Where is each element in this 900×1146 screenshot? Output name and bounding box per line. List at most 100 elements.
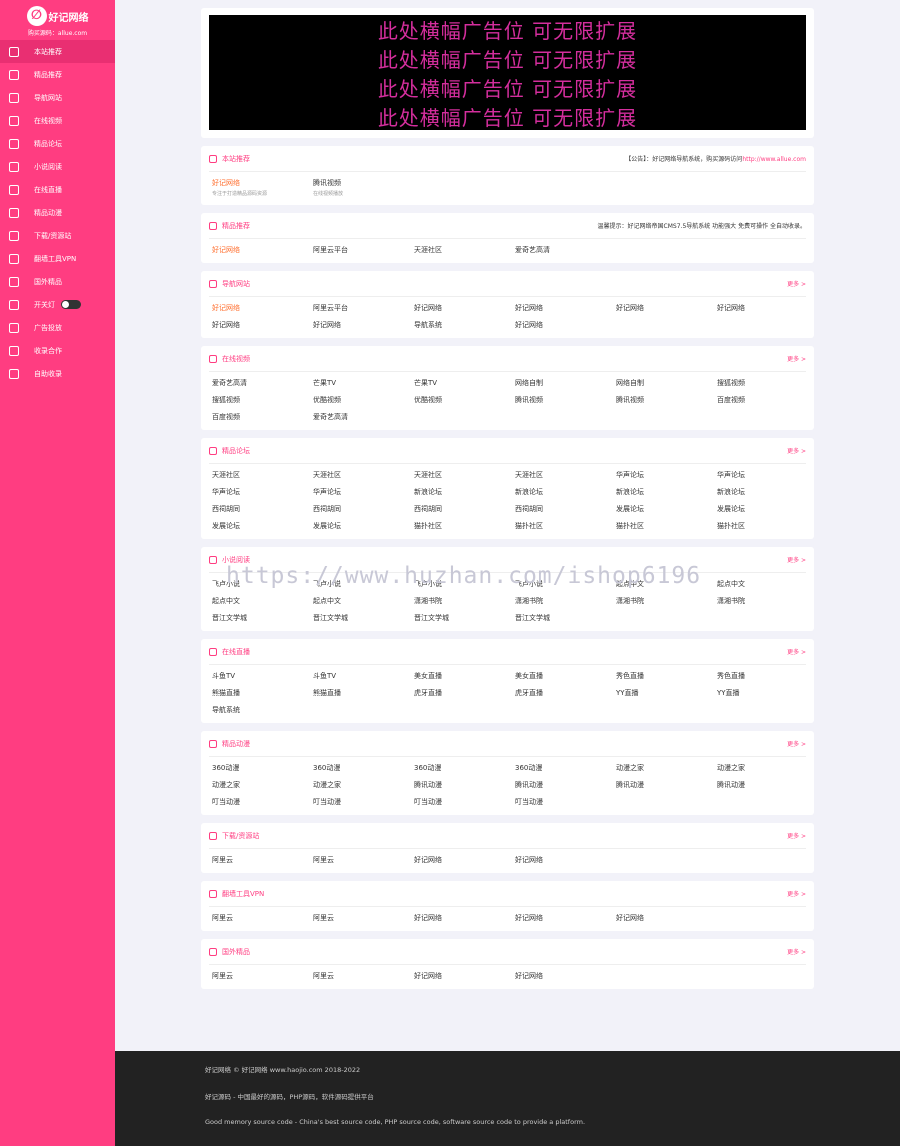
- site-link[interactable]: 西祠胡同: [512, 504, 613, 514]
- site-link[interactable]: 晋江文学城: [310, 613, 411, 623]
- banner-ad[interactable]: 此处横幅广告位 可无限扩展 此处横幅广告位 可无限扩展 此处横幅广告位 可无限扩展此…: [201, 8, 814, 138]
- site-link[interactable]: 导航系统: [209, 705, 310, 715]
- site-link[interactable]: 网络自制: [613, 378, 714, 388]
- site-link[interactable]: 腾讯视频: [613, 395, 714, 405]
- sidebar-item-5[interactable]: 小说阅读: [0, 155, 115, 178]
- site-link[interactable]: 好记网络: [209, 245, 310, 255]
- site-link[interactable]: 优酷视频: [310, 395, 411, 405]
- site-link[interactable]: 美女直播: [411, 671, 512, 681]
- site-link[interactable]: 动漫之家: [209, 780, 310, 790]
- site-link[interactable]: YY直播: [613, 688, 714, 698]
- site-link[interactable]: 动漫之家: [310, 780, 411, 790]
- site-link[interactable]: 好记网络: [411, 971, 512, 981]
- site-link[interactable]: 阿里云平台: [310, 245, 411, 255]
- more-link[interactable]: 更多 >: [787, 279, 806, 288]
- sidebar-item-11[interactable]: 开关灯: [0, 293, 115, 316]
- sidebar-item-0[interactable]: 本站推荐: [0, 40, 115, 63]
- site-link[interactable]: 爱奇艺高清: [512, 245, 613, 255]
- site-link[interactable]: 叮当动漫: [411, 797, 512, 807]
- sidebar-item-13[interactable]: 收录合作: [0, 339, 115, 362]
- site-link[interactable]: 阿里云: [209, 913, 310, 923]
- site-link[interactable]: 好记网络: [512, 913, 613, 923]
- site-link[interactable]: 叮当动漫: [209, 797, 310, 807]
- site-link[interactable]: 腾讯视频: [512, 395, 613, 405]
- site-link[interactable]: 360动漫: [310, 763, 411, 773]
- sidebar-item-14[interactable]: 自助收录: [0, 362, 115, 385]
- site-link[interactable]: 百度视频: [714, 395, 815, 405]
- site-link[interactable]: 虎牙直播: [512, 688, 613, 698]
- site-link[interactable]: 晋江文学城: [411, 613, 512, 623]
- site-link[interactable]: 360动漫: [209, 763, 310, 773]
- site-link[interactable]: 新浪论坛: [512, 487, 613, 497]
- site-link[interactable]: 潇湘书院: [411, 596, 512, 606]
- site-link[interactable]: 叮当动漫: [310, 797, 411, 807]
- site-link[interactable]: 华声论坛: [613, 470, 714, 480]
- site-link[interactable]: 华声论坛: [714, 470, 815, 480]
- site-link[interactable]: 发展论坛: [310, 521, 411, 531]
- site-link[interactable]: 虎牙直播: [411, 688, 512, 698]
- site-link[interactable]: 发展论坛: [714, 504, 815, 514]
- site-link[interactable]: 百度视频: [209, 412, 310, 422]
- site-link[interactable]: 潇湘书院: [714, 596, 815, 606]
- site-link[interactable]: 好记网络: [613, 303, 714, 313]
- site-link[interactable]: 西祠胡同: [411, 504, 512, 514]
- site-link[interactable]: 动漫之家: [613, 763, 714, 773]
- site-link[interactable]: 新浪论坛: [714, 487, 815, 497]
- site-link[interactable]: 搜狐视频: [209, 395, 310, 405]
- site-link[interactable]: 好记网络: [512, 971, 613, 981]
- site-link[interactable]: 好记网络: [411, 855, 512, 865]
- site-link[interactable]: 好记网络: [613, 913, 714, 923]
- site-link[interactable]: 好记网络: [512, 855, 613, 865]
- site-link[interactable]: 新浪论坛: [411, 487, 512, 497]
- site-link[interactable]: 芒果TV: [310, 378, 411, 388]
- site-link[interactable]: 起点中文: [209, 596, 310, 606]
- sidebar-item-12[interactable]: 广告投放: [0, 316, 115, 339]
- site-link[interactable]: 好记网络: [411, 913, 512, 923]
- site-link[interactable]: 熊猫直播: [209, 688, 310, 698]
- more-link[interactable]: 更多 >: [787, 446, 806, 455]
- site-link[interactable]: 导航系统: [411, 320, 512, 330]
- site-link[interactable]: 华声论坛: [310, 487, 411, 497]
- site-link[interactable]: 起点中文: [310, 596, 411, 606]
- site-link[interactable]: 腾讯动漫: [714, 780, 815, 790]
- light-toggle[interactable]: [61, 300, 81, 309]
- site-link[interactable]: 天涯社区: [411, 470, 512, 480]
- site-link[interactable]: 腾讯动漫: [411, 780, 512, 790]
- site-link[interactable]: 好记网络: [209, 303, 310, 313]
- site-link[interactable]: 好记网络: [714, 303, 815, 313]
- note-link[interactable]: http://www.allue.com: [742, 156, 806, 163]
- site-link[interactable]: 优酷视频: [411, 395, 512, 405]
- more-link[interactable]: 更多 >: [787, 739, 806, 748]
- site-link[interactable]: 起点中文: [714, 579, 815, 589]
- site-link[interactable]: 天涯社区: [209, 470, 310, 480]
- sidebar-item-6[interactable]: 在线直播: [0, 178, 115, 201]
- site-link[interactable]: 动漫之家: [714, 763, 815, 773]
- site-link[interactable]: 好记网络: [209, 320, 310, 330]
- sidebar-item-8[interactable]: 下载/资源站: [0, 224, 115, 247]
- site-link[interactable]: 阿里云: [310, 855, 411, 865]
- site-link[interactable]: 猫扑社区: [411, 521, 512, 531]
- sidebar-item-1[interactable]: 精品推荐: [0, 63, 115, 86]
- logo[interactable]: ∅ 好记网络 购买源码：allue.com: [0, 0, 115, 40]
- site-link[interactable]: 秀色直播: [613, 671, 714, 681]
- site-link[interactable]: 猫扑社区: [613, 521, 714, 531]
- site-link[interactable]: 西祠胡同: [310, 504, 411, 514]
- sidebar-item-2[interactable]: 导航网站: [0, 86, 115, 109]
- site-link[interactable]: 潇湘书院: [512, 596, 613, 606]
- site-link[interactable]: 好记网络: [512, 320, 613, 330]
- more-link[interactable]: 更多 >: [787, 889, 806, 898]
- site-link[interactable]: 腾讯动漫: [613, 780, 714, 790]
- site-link[interactable]: 美女直播: [512, 671, 613, 681]
- more-link[interactable]: 更多 >: [787, 947, 806, 956]
- site-link[interactable]: YY直播: [714, 688, 815, 698]
- site-link[interactable]: 叮当动漫: [512, 797, 613, 807]
- site-link[interactable]: 好记网络 专注于打造精品源码资源: [209, 178, 310, 197]
- more-link[interactable]: 更多 >: [787, 354, 806, 363]
- site-link[interactable]: 发展论坛: [209, 521, 310, 531]
- site-link[interactable]: 晋江文学城: [209, 613, 310, 623]
- site-link[interactable]: 斗鱼TV: [310, 671, 411, 681]
- site-link[interactable]: 网络自制: [512, 378, 613, 388]
- site-link[interactable]: 猫扑社区: [512, 521, 613, 531]
- site-link[interactable]: 阿里云平台: [310, 303, 411, 313]
- site-link[interactable]: 天涯社区: [411, 245, 512, 255]
